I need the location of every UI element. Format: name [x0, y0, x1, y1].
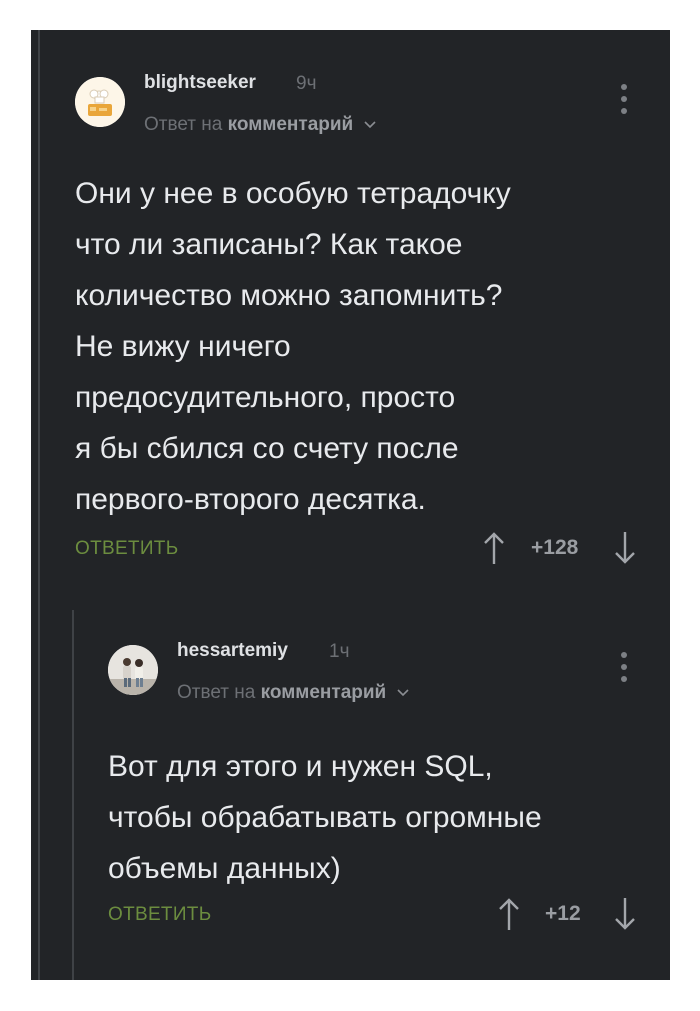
body-line: предосудительного, просто	[75, 381, 456, 414]
reply-button[interactable]: ОТВЕТИТЬ	[108, 904, 211, 926]
chevron-down-icon	[363, 121, 376, 129]
comment-time: 9ч	[296, 73, 317, 94]
rating-count: +128	[531, 536, 579, 559]
body-line: количество можно запомнить?	[75, 279, 503, 312]
reply-to-target: комментарий	[260, 682, 387, 703]
reply-button[interactable]: ОТВЕТИТЬ	[75, 538, 178, 560]
comments-panel: blightseeker 9ч Ответ на комментарий Они…	[31, 30, 670, 980]
body-line: что ли записаны? Как такое	[75, 228, 463, 261]
couple-photo-avatar-icon	[108, 645, 158, 695]
comment-reply: hessartemiy 1ч Ответ на комментарий Вот …	[31, 610, 670, 980]
avatar[interactable]	[75, 77, 125, 127]
comment-time: 1ч	[329, 641, 350, 662]
upvote-arrow-icon[interactable]	[497, 896, 521, 932]
body-line: первого-второго десятка.	[75, 483, 426, 516]
avatar[interactable]	[108, 645, 158, 695]
body-line: Не вижу ничего	[75, 330, 291, 363]
username[interactable]: hessartemiy	[177, 640, 288, 662]
reply-to-target: комментарий	[227, 114, 354, 135]
reply-to-link[interactable]: Ответ на комментарий	[144, 114, 377, 136]
body-line: чтобы обрабатывать огромные	[108, 801, 542, 834]
chevron-down-icon	[396, 689, 409, 697]
body-line: я бы сбился со счету после	[75, 432, 459, 465]
rating-count: +12	[545, 902, 581, 925]
body-line: объемы данных)	[108, 852, 341, 885]
toast-avatar-icon	[75, 77, 125, 127]
username[interactable]: blightseeker	[144, 72, 256, 94]
more-options-icon[interactable]	[618, 650, 630, 686]
reply-to-prefix: Ответ на	[144, 114, 223, 135]
reply-to-prefix: Ответ на	[177, 682, 256, 703]
downvote-arrow-icon[interactable]	[613, 896, 637, 932]
downvote-arrow-icon[interactable]	[613, 530, 637, 566]
more-options-icon[interactable]	[618, 82, 630, 118]
comment-body: Они у нее в особую тетрадочку что ли зап…	[75, 168, 511, 525]
body-line: Вот для этого и нужен SQL,	[108, 750, 493, 783]
reply-to-link[interactable]: Ответ на комментарий	[177, 682, 410, 704]
comment-body: Вот для этого и нужен SQL, чтобы обрабат…	[108, 741, 542, 894]
comment: blightseeker 9ч Ответ на комментарий Они…	[31, 30, 670, 610]
upvote-arrow-icon[interactable]	[482, 530, 506, 566]
body-line: Они у нее в особую тетрадочку	[75, 177, 511, 210]
